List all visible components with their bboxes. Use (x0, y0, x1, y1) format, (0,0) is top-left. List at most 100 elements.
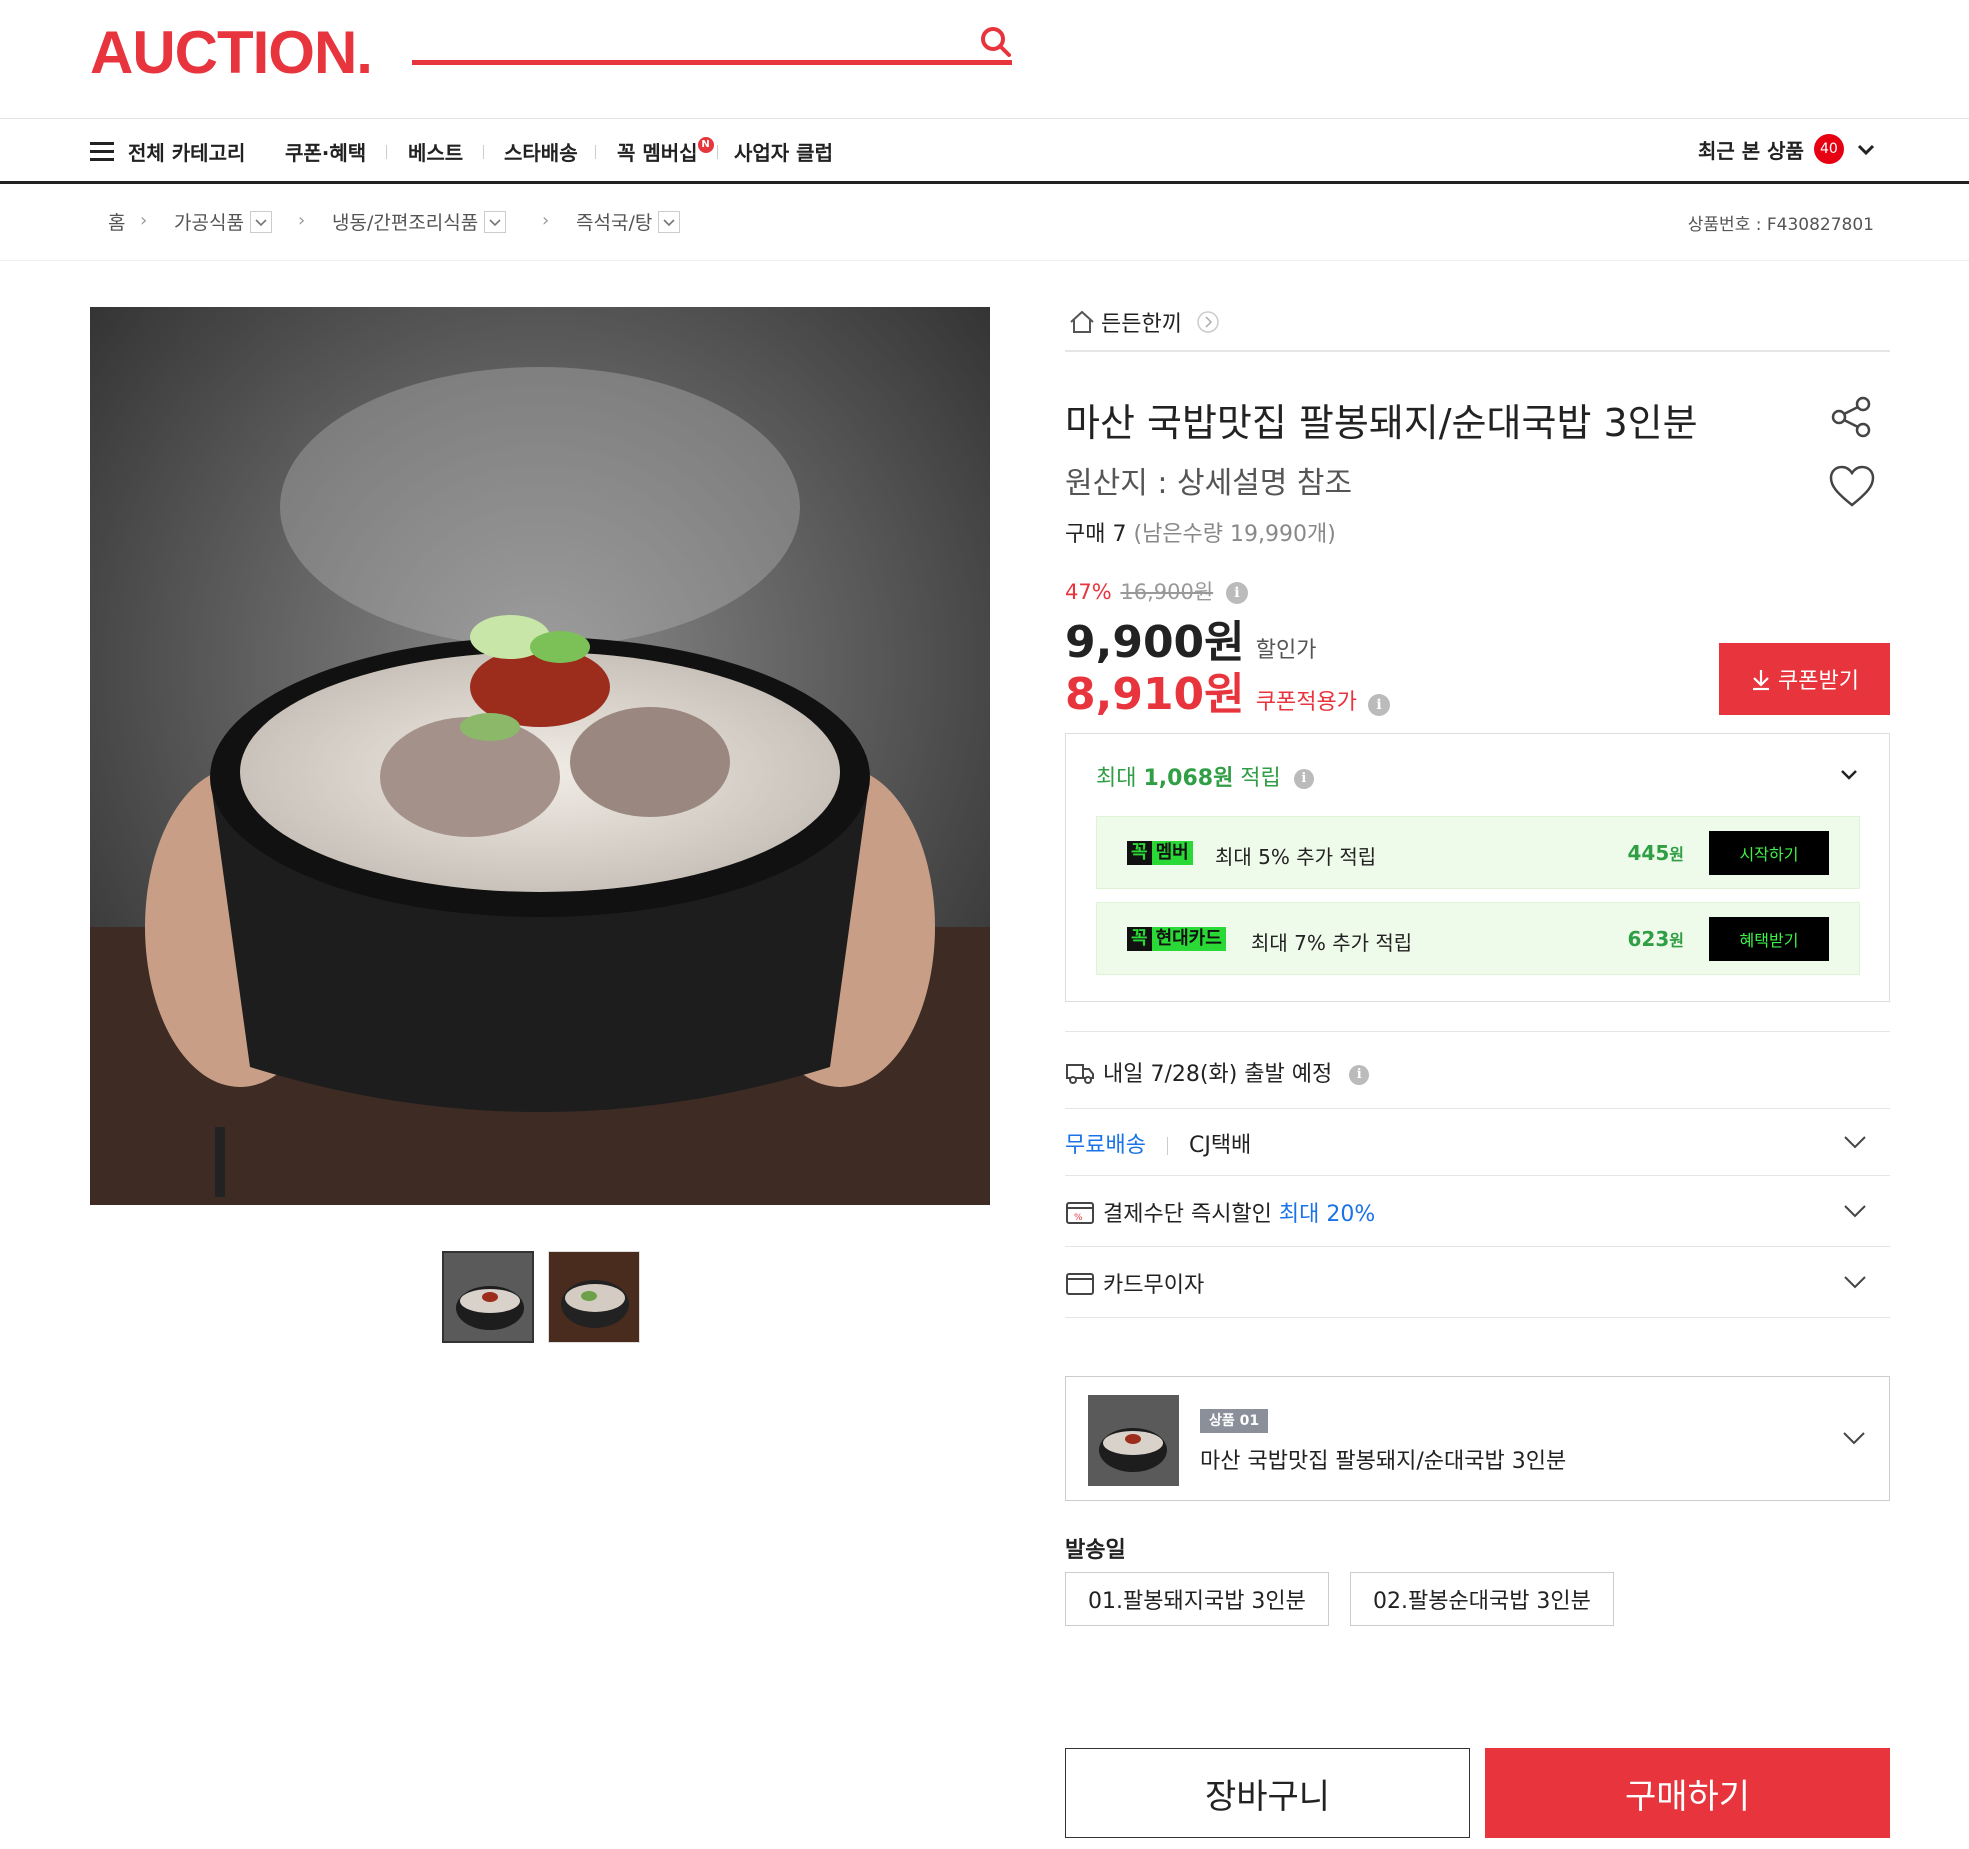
gnb-best[interactable]: 베스트 (408, 137, 463, 166)
chevron-down-icon (1843, 1432, 1865, 1445)
recent-products[interactable]: 최근 본 상품 40 (1698, 134, 1878, 164)
shipping-fee-text: 무료배송 CJ택배 (1065, 1127, 1251, 1159)
breadcrumb-home[interactable]: 홈 (108, 208, 125, 235)
ship-date-label: 발송일 (1065, 1538, 1126, 1563)
points-amount: 1,068원 (1143, 766, 1234, 791)
selected-option[interactable]: 상품 01 마산 국밥맛집 팔봉돼지/순대국밥 3인분 (1065, 1376, 1890, 1501)
installment-row[interactable]: 카드무이자 (1065, 1247, 1890, 1318)
store-name: 든든한끼 (1101, 312, 1182, 337)
payment-discount-row[interactable]: % 결제수단 즉시할인 최대 20% (1065, 1176, 1890, 1247)
all-category-label: 전체 카테고리 (128, 141, 246, 165)
purchase-count: 구매 7 (남은수량 19,990개) (1065, 516, 1336, 548)
gnb-business-club[interactable]: 사업자 클럽 (734, 137, 833, 166)
gnb-coupon[interactable]: 쿠폰·혜택 (285, 137, 366, 166)
card-icon (1066, 1273, 1094, 1295)
dropdown-icon[interactable] (658, 210, 681, 233)
gukbap-bowl-image (90, 307, 990, 1205)
expand-button[interactable] (1840, 1267, 1870, 1297)
expand-button[interactable] (1840, 1196, 1870, 1226)
info-icon[interactable]: i (1225, 582, 1248, 604)
points-row-amount: 623원 (1628, 927, 1684, 951)
breadcrumb-item[interactable]: 가공식품 (174, 208, 272, 235)
get-benefit-button[interactable]: 혜택받기 (1709, 917, 1829, 961)
info-icon[interactable]: i (1293, 769, 1314, 789)
original-price: 16,900원 (1120, 580, 1214, 604)
gnb-star-delivery[interactable]: 스타배송 (504, 137, 578, 166)
chevron-down-icon (1841, 770, 1857, 780)
info-icon[interactable]: i (1349, 1065, 1370, 1085)
global-nav: 전체 카테고리 쿠폰·혜택 베스트 스타배송 꼭 멤버십 N 사업자 클럽 최근 … (0, 119, 1969, 184)
hyundai-card-badge: 꼭 현대카드 (1127, 927, 1226, 951)
product-thumbnail[interactable] (548, 1251, 640, 1343)
product-title: 마산 국밥맛집 팔봉돼지/순대국밥 3인분 (1065, 401, 1698, 445)
shipping-fee-row[interactable]: 무료배송 CJ택배 (1065, 1109, 1890, 1176)
option-badge: 상품 01 (1200, 1409, 1269, 1433)
free-shipping: 무료배송 (1065, 1133, 1146, 1158)
header: AUCTION. (0, 0, 1969, 119)
shipping-schedule: 내일 7/28(화) 출발 예정 (1103, 1062, 1333, 1087)
dropdown-icon[interactable] (484, 210, 507, 233)
chevron-down-icon (1844, 1276, 1866, 1289)
amount-value: 445 (1627, 841, 1670, 865)
expand-button[interactable] (1840, 1127, 1870, 1157)
payment-discount-highlight: 최대 20% (1278, 1202, 1376, 1227)
dropdown-icon[interactable] (249, 210, 272, 233)
option-name: 마산 국밥맛집 팔봉돼지/순대국밥 3인분 (1200, 1449, 1567, 1474)
start-membership-button[interactable]: 시작하기 (1709, 831, 1829, 875)
points-panel: 최대 1,068원 적립 i 꼭 멤버 최대 5% 추가 적립 445원 시작하기… (1065, 733, 1890, 1002)
points-suffix: 적립 (1233, 766, 1281, 791)
points-summary[interactable]: 최대 1,068원 적립 i (1096, 760, 1314, 792)
thumbnail-image (549, 1252, 639, 1342)
auction-logo[interactable]: AUCTION. (90, 18, 373, 87)
points-prefix: 최대 (1096, 766, 1144, 791)
divider (483, 145, 484, 159)
breadcrumb-label: 즉석국/탕 (576, 212, 653, 234)
badge-prefix: 꼭 (1127, 927, 1152, 951)
search-input[interactable] (412, 60, 1012, 65)
remaining-stock: (남은수량 19,990개) (1133, 522, 1336, 547)
purchase-label: 구매 7 (1065, 522, 1127, 547)
shipping-schedule-row: 내일 7/28(화) 출발 예정 i (1065, 1031, 1890, 1109)
add-to-cart-button[interactable]: 장바구니 (1065, 1748, 1470, 1838)
amount-unit: 원 (1669, 845, 1684, 864)
gnb-membership-label: 꼭 멤버십 (617, 141, 698, 165)
truck-icon (1066, 1064, 1094, 1084)
badge-label: 현대카드 (1155, 928, 1222, 949)
carrier: CJ택배 (1188, 1133, 1252, 1158)
share-button[interactable] (1827, 392, 1877, 442)
points-row-text: 최대 7% 추가 적립 (1251, 931, 1413, 955)
coupon-price-row: 8,910원 쿠폰적용가 i (1065, 658, 1391, 722)
option-toggle[interactable] (1839, 1423, 1869, 1453)
badge-label: 멤버 (1155, 842, 1189, 863)
points-toggle[interactable] (1837, 762, 1861, 786)
buy-now-button[interactable]: 구매하기 (1485, 1748, 1890, 1838)
breadcrumb: 홈 › 가공식품 › 냉동/간편조리식품 › 즉석국/탕 상품번호 : F430… (0, 184, 1969, 261)
coupon-download-label: 쿠폰받기 (1778, 669, 1859, 694)
payment-discount-label: 결제수단 즉시할인 (1103, 1202, 1272, 1227)
breadcrumb-item[interactable]: 즉석국/탕 (576, 208, 681, 235)
wishlist-button[interactable] (1827, 462, 1877, 512)
product-thumbnail[interactable] (442, 1251, 534, 1343)
product-number: 상품번호 : F430827801 (1687, 215, 1874, 235)
coupon-price: 8,910원 (1065, 669, 1245, 720)
product-main-image[interactable] (90, 307, 990, 1205)
info-icon[interactable]: i (1368, 693, 1391, 716)
option-choice-1[interactable]: 01.팔봉돼지국밥 3인분 (1065, 1572, 1329, 1626)
membership-points-row: 꼭 멤버 최대 5% 추가 적립 445원 시작하기 (1096, 816, 1860, 889)
all-category-menu[interactable]: 전체 카테고리 (90, 137, 245, 166)
svg-text:%: % (1074, 1213, 1083, 1223)
search-button[interactable] (978, 24, 1014, 60)
download-icon (1753, 670, 1770, 691)
coupon-download-button[interactable]: 쿠폰받기 (1719, 643, 1890, 715)
breadcrumb-label: 냉동/간편조리식품 (332, 212, 479, 234)
store-link[interactable]: 든든한끼 (1065, 300, 1890, 352)
home-icon (1070, 310, 1094, 333)
breadcrumb-item[interactable]: 냉동/간편조리식품 (332, 208, 507, 235)
payment-discount-icon: % (1066, 1202, 1094, 1224)
breadcrumb-label: 가공식품 (174, 212, 244, 234)
coupon-price-label: 쿠폰적용가 (1255, 690, 1357, 715)
option-choice-2[interactable]: 02.팔봉순대국밥 3인분 (1350, 1572, 1614, 1626)
badge-prefix: 꼭 (1127, 841, 1152, 865)
gnb-membership[interactable]: 꼭 멤버십 N (617, 137, 714, 166)
recent-count-badge: 40 (1813, 134, 1844, 164)
